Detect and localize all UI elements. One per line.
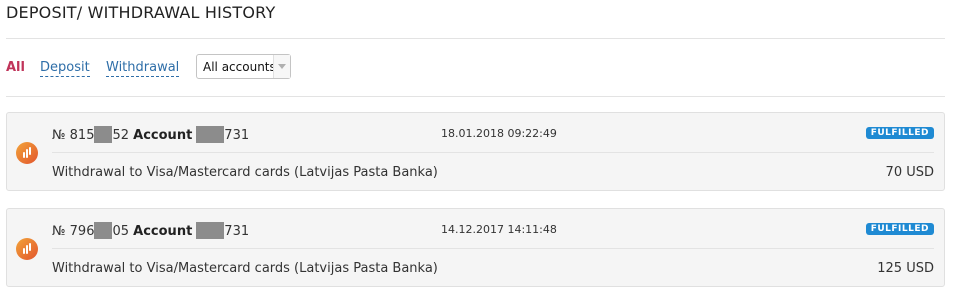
card-divider [52,152,934,153]
account-label: Account [133,224,193,239]
redaction-mask [94,126,113,143]
filter-all[interactable]: All [6,60,25,75]
transaction-amount: 70 USD [885,165,934,180]
filter-withdrawal[interactable]: Withdrawal [106,60,180,77]
transaction-datetime: 14.12.2017 14:11:48 [441,223,557,236]
redaction-mask [94,222,113,239]
accounts-select-value: All accounts [203,60,276,74]
page-title: DEPOSIT/ WITHDRAWAL HISTORY [6,3,276,22]
chevron-down-icon [278,64,286,69]
redaction-mask [196,222,225,239]
transaction-amount: 125 USD [877,261,934,276]
card-divider [52,248,934,249]
status-badge: FULFILLED [865,223,934,235]
accounts-select[interactable]: All accounts [196,54,291,79]
filter-deposit[interactable]: Deposit [40,60,90,77]
account-suffix: 731 [224,128,250,143]
transaction-number-prefix: № 815 [52,128,95,143]
bars-logo-icon [16,238,38,260]
bars-logo-icon [16,142,38,164]
status-badge: FULFILLED [865,127,934,139]
title-divider [6,38,945,39]
accounts-select-toggle[interactable] [273,55,290,78]
transaction-description: Withdrawal to Visa/Mastercard cards (Lat… [52,261,438,276]
transaction-card[interactable]: № 796 05 Account 731 14.12.2017 14:11:48 F… [6,208,945,287]
transaction-number-suffix: 05 [112,224,130,239]
account-suffix: 731 [224,224,250,239]
transaction-card[interactable]: № 815 52 Account 731 18.01.2018 09:22:49 F… [6,112,945,191]
transaction-number-prefix: № 796 [52,224,95,239]
transaction-description: Withdrawal to Visa/Mastercard cards (Lat… [52,165,438,180]
transaction-header: № 815 52 Account 731 [52,126,249,143]
account-label: Account [133,128,193,143]
redaction-mask [196,126,225,143]
filter-divider [6,96,945,97]
transaction-header: № 796 05 Account 731 [52,222,249,239]
transaction-datetime: 18.01.2018 09:22:49 [441,127,557,140]
transaction-number-suffix: 52 [112,128,130,143]
